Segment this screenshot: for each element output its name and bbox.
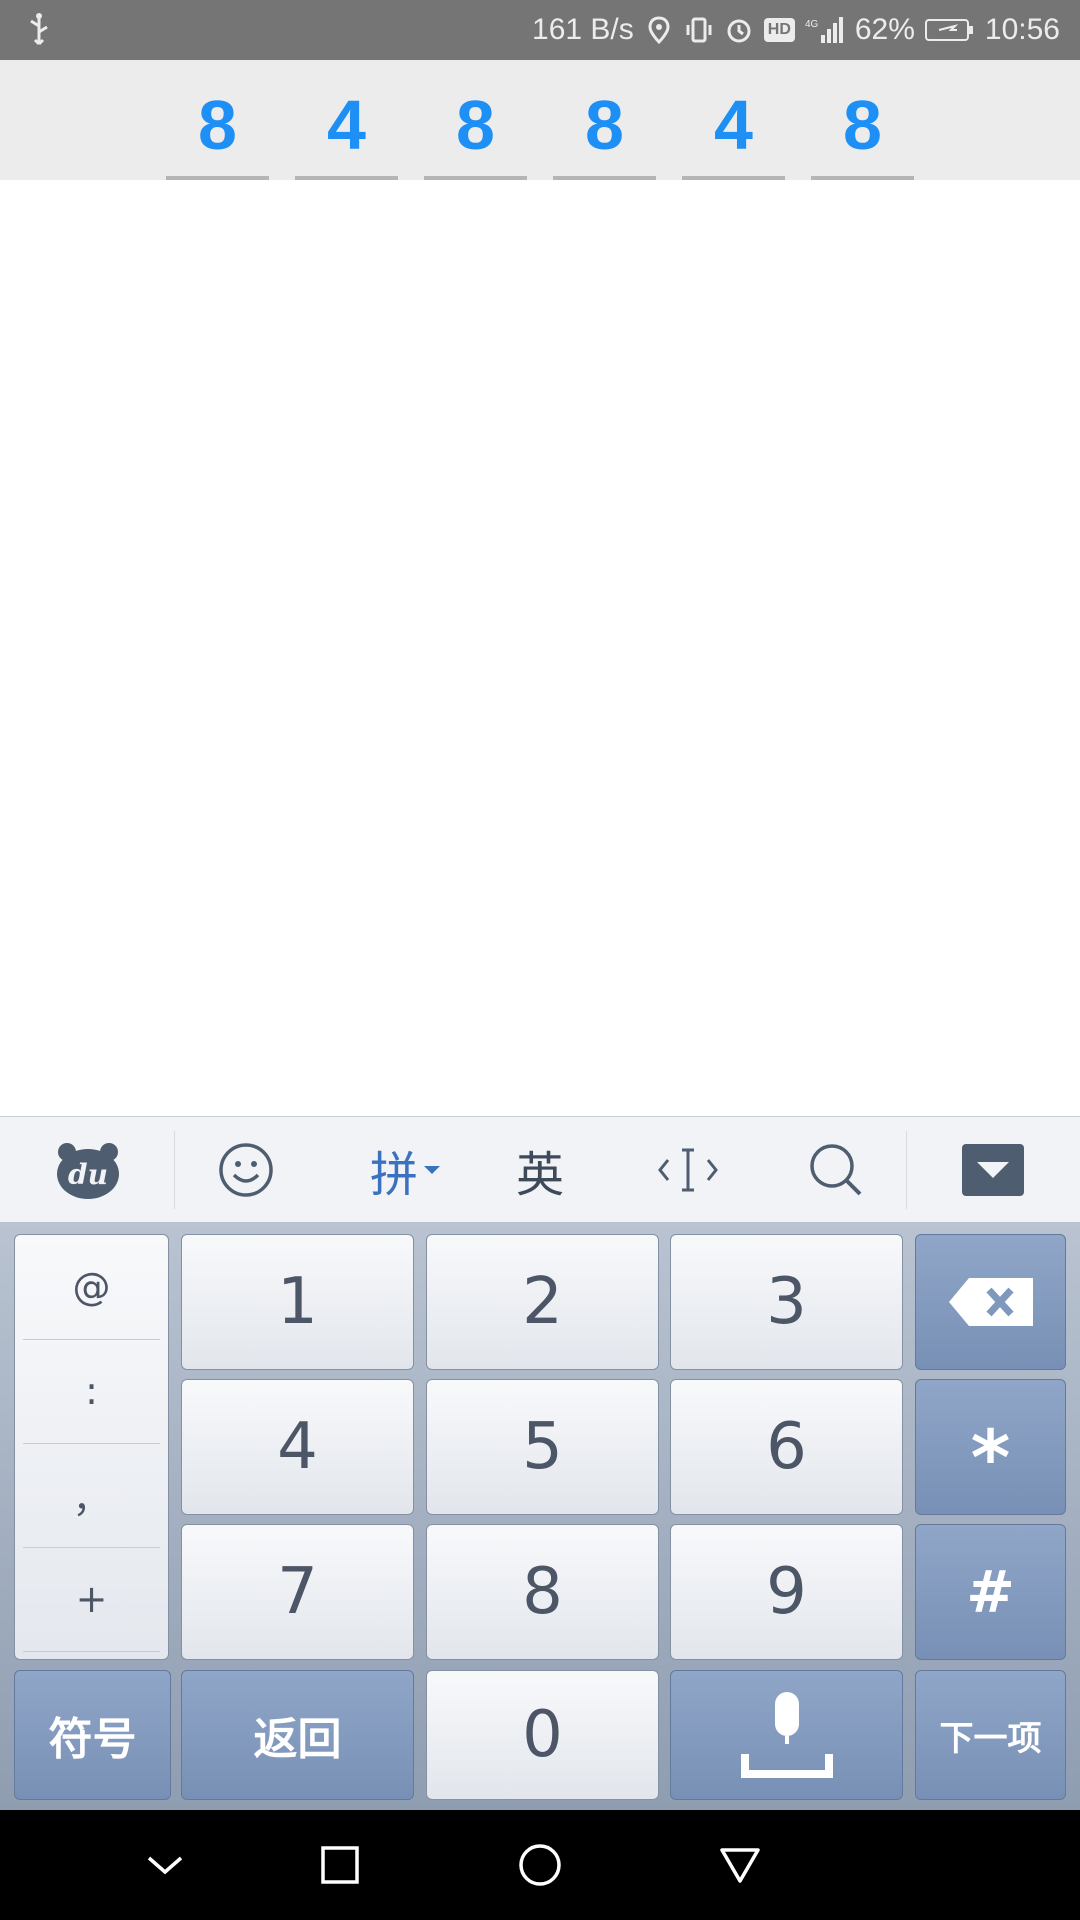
keyboard-toolbar: du 拼 英 — [0, 1116, 1080, 1223]
code-digit: 8 — [198, 86, 237, 164]
cursor-icon — [658, 1148, 718, 1192]
pinyin-label: 拼 — [369, 1147, 418, 1203]
svg-text:4G: 4G — [805, 19, 819, 30]
search-icon — [810, 1144, 862, 1196]
code-digit-box[interactable]: 8 — [553, 60, 656, 180]
code-digit-box[interactable]: 8 — [424, 60, 527, 180]
status-bar: 161 B/s HD 4G 62% 10:56 — [0, 0, 1080, 60]
alarm-icon — [727, 19, 751, 43]
vibrate-icon — [686, 17, 712, 43]
backspace-key[interactable] — [915, 1234, 1066, 1370]
emoji-button[interactable] — [200, 1117, 292, 1223]
next-field-key[interactable]: 下一项 — [915, 1670, 1066, 1800]
net-speed: 161 B/s — [532, 13, 634, 46]
key-3[interactable]: 3 — [670, 1234, 903, 1370]
star-key[interactable]: * — [915, 1379, 1066, 1515]
svg-text:du: du — [68, 1158, 108, 1191]
symbol-key-colon[interactable]: : — [23, 1339, 160, 1444]
baidu-bear-icon: du — [56, 1143, 119, 1199]
back-key[interactable]: 返回 — [181, 1670, 414, 1800]
pinyin-mode-button[interactable]: 拼 — [356, 1117, 456, 1223]
smiley-icon — [219, 1143, 273, 1197]
hide-keyboard-button[interactable] — [950, 1117, 1036, 1223]
code-digit-box[interactable]: 8 — [811, 60, 914, 180]
key-1[interactable]: 1 — [181, 1234, 414, 1370]
triangle-back-icon — [720, 1848, 760, 1883]
content-area — [0, 180, 1080, 1116]
voice-input-key[interactable] — [670, 1670, 903, 1800]
english-mode-button[interactable]: 英 — [500, 1117, 580, 1223]
backspace-icon — [948, 1278, 1033, 1326]
cursor-move-button[interactable] — [648, 1117, 728, 1223]
symbol-key-at[interactable]: @ — [23, 1235, 160, 1340]
code-digit-box[interactable]: 4 — [682, 60, 785, 180]
verification-code-row[interactable]: 8 4 8 8 4 8 — [0, 60, 1080, 180]
code-digit: 4 — [714, 86, 753, 164]
code-digit: 8 — [456, 86, 495, 164]
key-0[interactable]: 0 — [426, 1670, 659, 1800]
signal-icon: 4G — [805, 17, 843, 43]
toolbar-divider — [906, 1131, 907, 1209]
battery-charging-icon — [924, 19, 973, 41]
code-digit-box[interactable]: 8 — [166, 60, 269, 180]
symbol-key-comma[interactable]: ， — [23, 1443, 160, 1548]
search-button[interactable] — [796, 1117, 876, 1223]
hash-key[interactable]: # — [915, 1524, 1066, 1660]
symbol-key-plus[interactable]: + — [23, 1547, 160, 1652]
symbol-list: @ : ， + — [14, 1234, 169, 1660]
numeric-keyboard: @ : ， + 1 2 3 4 5 6 * 7 8 9 # 符号 返回 0 下一… — [0, 1222, 1080, 1810]
dropdown-arrow-icon — [424, 1166, 440, 1174]
key-2[interactable]: 2 — [426, 1234, 659, 1370]
back-nav-button[interactable] — [705, 1830, 775, 1900]
status-right: 161 B/s HD 4G 62% 10:56 — [532, 0, 1060, 60]
symbols-key[interactable]: 符号 — [14, 1670, 171, 1800]
code-digit: 4 — [327, 86, 366, 164]
key-6[interactable]: 6 — [670, 1379, 903, 1515]
clock: 10:56 — [984, 13, 1060, 46]
hd-badge: HD — [763, 18, 795, 42]
toolbar-divider — [174, 1131, 175, 1209]
recents-button[interactable] — [305, 1830, 375, 1900]
usb-icon — [30, 13, 48, 46]
navigation-bar — [0, 1810, 1080, 1920]
home-button[interactable] — [505, 1830, 575, 1900]
battery-percent: 62% — [854, 13, 915, 46]
code-digit: 8 — [585, 86, 624, 164]
code-digit-box[interactable]: 4 — [295, 60, 398, 180]
chevron-down-icon — [147, 1856, 183, 1875]
baidu-du-button[interactable]: du — [30, 1117, 145, 1223]
key-9[interactable]: 9 — [670, 1524, 903, 1660]
key-7[interactable]: 7 — [181, 1524, 414, 1660]
location-icon — [648, 16, 670, 45]
circle-icon — [519, 1844, 561, 1886]
collapse-keyboard-icon — [962, 1144, 1024, 1196]
hide-keyboard-nav-button[interactable] — [130, 1830, 200, 1900]
key-5[interactable]: 5 — [426, 1379, 659, 1515]
key-8[interactable]: 8 — [426, 1524, 659, 1660]
code-digit: 8 — [843, 86, 882, 164]
square-icon — [321, 1846, 359, 1884]
english-label: 英 — [515, 1147, 564, 1203]
microphone-icon — [740, 1692, 833, 1778]
key-4[interactable]: 4 — [181, 1379, 414, 1515]
